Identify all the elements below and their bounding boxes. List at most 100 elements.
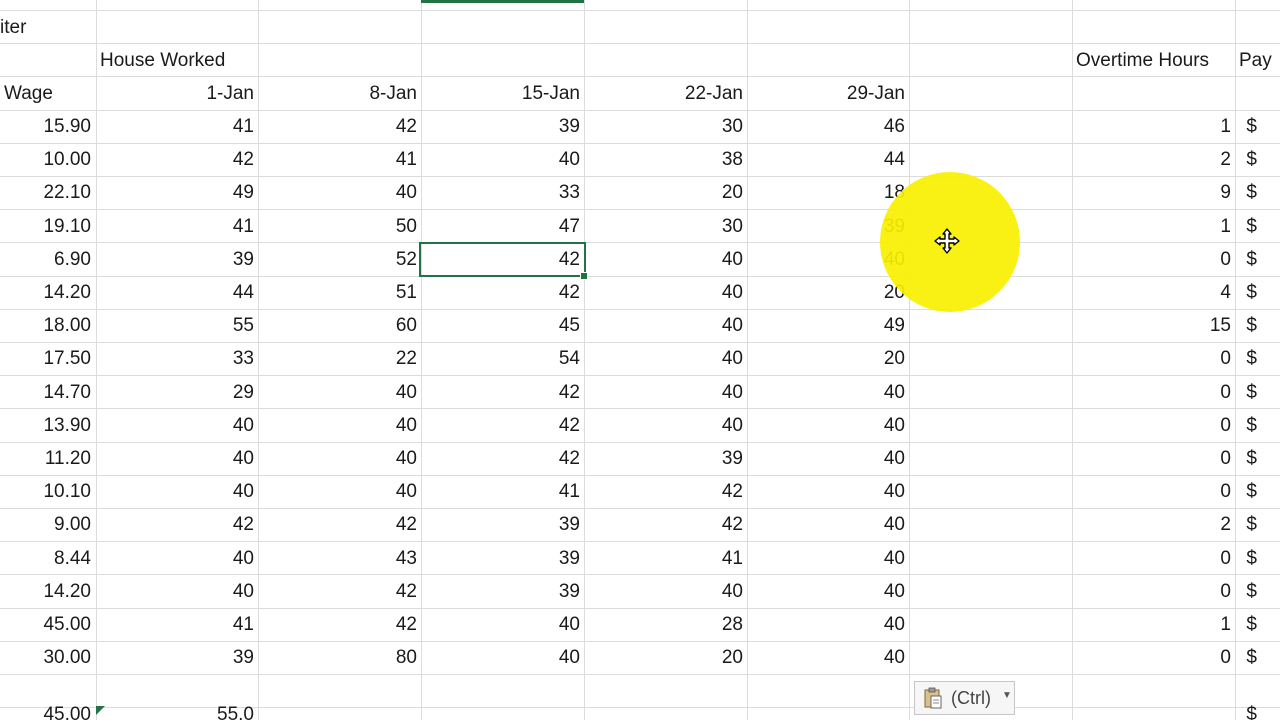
wage-cell[interactable]: 8.44: [0, 542, 95, 575]
hours-cell[interactable]: 42: [421, 442, 584, 475]
hours-cell[interactable]: 30: [584, 110, 747, 143]
hours-cell[interactable]: 39: [584, 442, 747, 475]
hours-cell[interactable]: 42: [584, 475, 747, 508]
hours-cell[interactable]: 54: [421, 342, 584, 375]
wage-cell[interactable]: 14.20: [0, 575, 95, 608]
overtime-cell[interactable]: 1: [1072, 110, 1235, 143]
hours-cell[interactable]: 40: [421, 608, 584, 641]
overtime-cell[interactable]: 1: [1072, 210, 1235, 243]
pay-cell[interactable]: $: [1235, 210, 1261, 243]
hours-cell[interactable]: 40: [747, 608, 909, 641]
wage-cell[interactable]: 14.20: [0, 276, 95, 309]
hours-cell[interactable]: 39: [421, 110, 584, 143]
wage-cell[interactable]: 10.10: [0, 475, 95, 508]
wage-cell[interactable]: 15.90: [0, 110, 95, 143]
hours-cell[interactable]: 45: [421, 309, 584, 342]
partial-wage-cell[interactable]: 45.00: [0, 704, 95, 720]
overtime-cell[interactable]: 2: [1072, 508, 1235, 541]
hours-cell[interactable]: 40: [258, 409, 421, 442]
overtime-hours-header[interactable]: Overtime Hours: [1072, 44, 1235, 77]
partial-hours-cell[interactable]: 55.0: [96, 704, 258, 720]
overtime-cell[interactable]: 0: [1072, 376, 1235, 409]
pay-cell[interactable]: $: [1235, 542, 1261, 575]
overtime-cell[interactable]: 15: [1072, 309, 1235, 342]
hours-cell[interactable]: 40: [584, 309, 747, 342]
hours-cell[interactable]: 42: [258, 575, 421, 608]
wage-cell[interactable]: 45.00: [0, 608, 95, 641]
wage-cell[interactable]: 10.00: [0, 143, 95, 176]
overtime-cell[interactable]: 0: [1072, 342, 1235, 375]
overtime-cell[interactable]: 0: [1072, 641, 1235, 674]
hours-cell[interactable]: 40: [421, 641, 584, 674]
hours-cell[interactable]: 40: [747, 409, 909, 442]
hours-cell[interactable]: 40: [258, 475, 421, 508]
wage-cell[interactable]: 11.20: [0, 442, 95, 475]
pay-cell[interactable]: $: [1235, 276, 1261, 309]
overtime-cell[interactable]: 0: [1072, 575, 1235, 608]
hours-cell[interactable]: 40: [96, 409, 258, 442]
fill-handle[interactable]: [580, 272, 588, 280]
pay-cell[interactable]: $: [1235, 442, 1261, 475]
week-header-1-jan[interactable]: 1-Jan: [96, 77, 258, 110]
pay-cell[interactable]: $: [1235, 309, 1261, 342]
title-fragment[interactable]: iter: [0, 11, 95, 44]
hours-cell[interactable]: 42: [584, 508, 747, 541]
hours-cell[interactable]: 39: [421, 575, 584, 608]
hours-cell[interactable]: 44: [747, 143, 909, 176]
overtime-cell[interactable]: 0: [1072, 442, 1235, 475]
hours-cell[interactable]: 40: [584, 276, 747, 309]
hours-cell[interactable]: 40: [747, 542, 909, 575]
overtime-cell[interactable]: 0: [1072, 409, 1235, 442]
hours-cell[interactable]: 42: [421, 243, 584, 276]
wage-cell[interactable]: 30.00: [0, 641, 95, 674]
hours-cell[interactable]: 40: [584, 342, 747, 375]
pay-cell[interactable]: $: [1235, 575, 1261, 608]
hours-cell[interactable]: 42: [96, 143, 258, 176]
hours-cell[interactable]: 40: [421, 143, 584, 176]
hours-cell[interactable]: 39: [96, 641, 258, 674]
overtime-cell[interactable]: 9: [1072, 176, 1235, 209]
hours-cell[interactable]: 42: [421, 376, 584, 409]
hours-cell[interactable]: 40: [96, 442, 258, 475]
hours-cell[interactable]: 42: [258, 508, 421, 541]
pay-cell[interactable]: $: [1235, 243, 1261, 276]
overtime-cell[interactable]: 1: [1072, 608, 1235, 641]
pay-cell[interactable]: $: [1235, 508, 1261, 541]
partial-pay-cell[interactable]: $: [1235, 704, 1261, 720]
hours-worked-header[interactable]: House Worked: [96, 44, 296, 77]
hours-cell[interactable]: 39: [421, 508, 584, 541]
hours-cell[interactable]: 29: [96, 376, 258, 409]
hours-cell[interactable]: 41: [96, 110, 258, 143]
hours-cell[interactable]: 20: [584, 176, 747, 209]
week-header-8-jan[interactable]: 8-Jan: [258, 77, 421, 110]
pay-cell[interactable]: $: [1235, 409, 1261, 442]
wage-cell[interactable]: 9.00: [0, 508, 95, 541]
hours-cell[interactable]: 38: [584, 143, 747, 176]
hours-cell[interactable]: 39: [421, 542, 584, 575]
hours-cell[interactable]: 42: [421, 409, 584, 442]
wage-cell[interactable]: 18.00: [0, 309, 95, 342]
hours-cell[interactable]: 42: [258, 110, 421, 143]
hours-cell[interactable]: 40: [258, 176, 421, 209]
hours-cell[interactable]: 55: [96, 309, 258, 342]
wage-cell[interactable]: 6.90: [0, 243, 95, 276]
hours-cell[interactable]: 40: [258, 376, 421, 409]
hours-cell[interactable]: 47: [421, 210, 584, 243]
wage-cell[interactable]: 13.90: [0, 409, 95, 442]
hours-cell[interactable]: 39: [96, 243, 258, 276]
hours-cell[interactable]: 40: [747, 641, 909, 674]
hours-cell[interactable]: 52: [258, 243, 421, 276]
overtime-cell[interactable]: 0: [1072, 243, 1235, 276]
overtime-cell[interactable]: 2: [1072, 143, 1235, 176]
hours-cell[interactable]: 20: [747, 342, 909, 375]
hours-cell[interactable]: 40: [747, 508, 909, 541]
hours-cell[interactable]: 33: [96, 342, 258, 375]
hours-cell[interactable]: 42: [258, 608, 421, 641]
week-header-29-jan[interactable]: 29-Jan: [747, 77, 909, 110]
overtime-cell[interactable]: 4: [1072, 276, 1235, 309]
hours-cell[interactable]: 40: [584, 376, 747, 409]
hours-cell[interactable]: 40: [747, 475, 909, 508]
hours-cell[interactable]: 40: [747, 442, 909, 475]
wage-cell[interactable]: 17.50: [0, 342, 95, 375]
hours-cell[interactable]: 28: [584, 608, 747, 641]
